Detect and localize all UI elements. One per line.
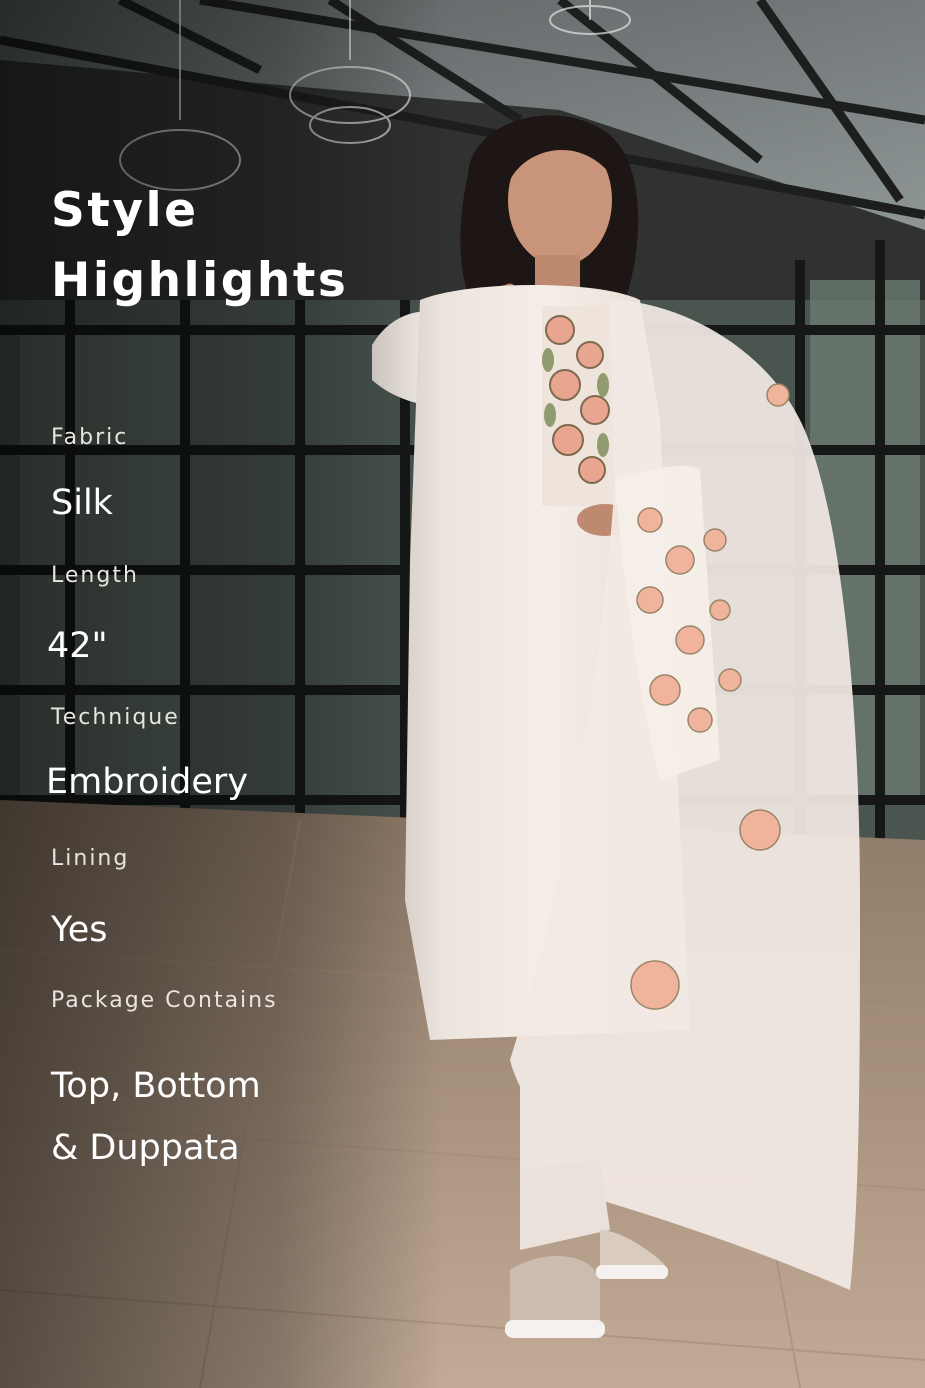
lining-label: Lining: [51, 846, 130, 871]
package-contains-value: Top, Bottom & Duppata: [51, 1066, 261, 1168]
page-title: Style Highlights: [51, 183, 349, 308]
fabric-label: Fabric: [51, 425, 129, 450]
length-label: Length: [51, 563, 139, 588]
package-contains-label: Package Contains: [51, 988, 278, 1013]
lining-value: Yes: [51, 910, 108, 950]
length-value: 42": [47, 626, 108, 666]
technique-value: Embroidery: [46, 762, 249, 802]
style-highlights-panel: Style Highlights Fabric Silk Length 42" …: [0, 0, 430, 1388]
technique-label: Technique: [51, 705, 180, 730]
fabric-value: Silk: [51, 483, 113, 523]
